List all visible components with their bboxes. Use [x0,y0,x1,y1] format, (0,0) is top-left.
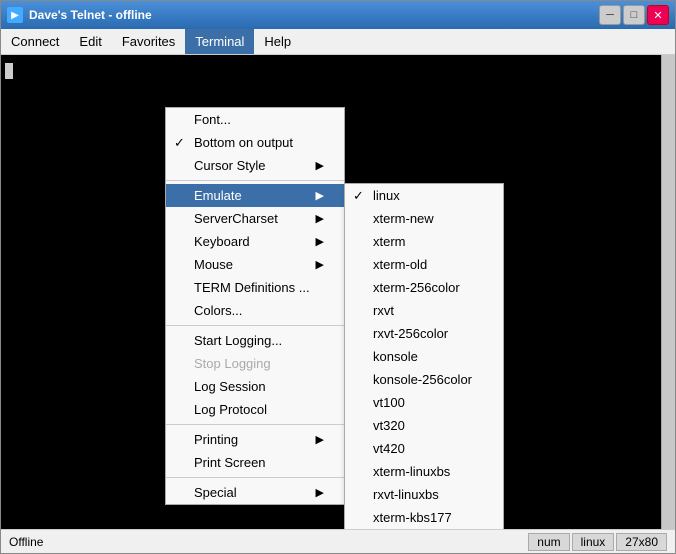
emulate-xterm-256color[interactable]: xterm-256color [345,276,503,299]
title-bar: ▶ Dave's Telnet - offline ─ □ ✕ [1,1,675,29]
terminal-cursor [5,63,13,79]
submenu-arrow-kb: ▶ [306,235,324,248]
emulate-xterm[interactable]: xterm [345,230,503,253]
maximize-button[interactable]: □ [623,5,645,25]
status-text: Offline [9,535,528,549]
menu-print-screen[interactable]: Print Screen [166,451,344,474]
menu-bottom-on-output[interactable]: ✓ Bottom on output [166,131,344,154]
linux-badge: linux [572,533,615,551]
menu-favorites[interactable]: Favorites [112,29,185,54]
menu-help[interactable]: Help [254,29,301,54]
menu-start-logging[interactable]: Start Logging... [166,329,344,352]
main-window: ▶ Dave's Telnet - offline ─ □ ✕ Connect … [0,0,676,554]
submenu-arrow-special: ▶ [306,486,324,499]
emulate-xterm-new[interactable]: xterm-new [345,207,503,230]
check-icon: ✓ [174,135,185,151]
menu-keyboard[interactable]: Keyboard ▶ [166,230,344,253]
submenu-arrow-sc: ▶ [306,212,324,225]
menu-terminal[interactable]: Terminal [185,29,254,54]
status-badges: num linux 27x80 [528,533,667,551]
submenu-arrow-printing: ▶ [306,433,324,446]
terminal-dropdown: Font... ✓ Bottom on output Cursor Style … [165,107,345,505]
terminal-content: Font... ✓ Bottom on output Cursor Style … [1,55,675,529]
menu-colors[interactable]: Colors... [166,299,344,322]
menu-bar: Connect Edit Favorites Terminal Help [1,29,675,55]
window-title: Dave's Telnet - offline [29,8,593,22]
menu-log-session[interactable]: Log Session [166,375,344,398]
num-badge: num [528,533,569,551]
menu-stop-logging: Stop Logging [166,352,344,375]
emulate-rxvt-linuxbs[interactable]: rxvt-linuxbs [345,483,503,506]
emulate-konsole-256color[interactable]: konsole-256color [345,368,503,391]
emulate-konsole[interactable]: konsole [345,345,503,368]
submenu-arrow-icon: ▶ [306,159,324,172]
emulate-vt320[interactable]: vt320 [345,414,503,437]
scroll-bar[interactable] [661,55,675,529]
submenu-arrow-mouse: ▶ [306,258,324,271]
menu-edit[interactable]: Edit [69,29,111,54]
close-button[interactable]: ✕ [647,5,669,25]
separator-4 [166,477,344,478]
emulate-xterm-old[interactable]: xterm-old [345,253,503,276]
separator-3 [166,424,344,425]
separator-2 [166,325,344,326]
app-icon: ▶ [7,7,23,23]
submenu-arrow-icon-emulate: ▶ [306,189,324,202]
emulate-vt100[interactable]: vt100 [345,391,503,414]
emulate-xterm-kbs177[interactable]: xterm-kbs177 [345,506,503,529]
menu-connect[interactable]: Connect [1,29,69,54]
menu-log-protocol[interactable]: Log Protocol [166,398,344,421]
size-badge: 27x80 [616,533,667,551]
emulate-xterm-linuxbs[interactable]: xterm-linuxbs [345,460,503,483]
emulate-vt420[interactable]: vt420 [345,437,503,460]
menu-term-definitions[interactable]: TERM Definitions ... [166,276,344,299]
menu-servercharset[interactable]: ServerCharset ▶ [166,207,344,230]
emulate-submenu: ✓ linux xterm-new xterm xterm-old xterm-… [344,183,504,529]
linux-check-icon: ✓ [353,188,364,204]
menu-font[interactable]: Font... [166,108,344,131]
minimize-button[interactable]: ─ [599,5,621,25]
emulate-linux[interactable]: ✓ linux [345,184,503,207]
menu-printing[interactable]: Printing ▶ [166,428,344,451]
status-bar: Offline num linux 27x80 [1,529,675,553]
menu-special[interactable]: Special ▶ [166,481,344,504]
window-controls: ─ □ ✕ [599,5,669,25]
separator-1 [166,180,344,181]
menu-mouse[interactable]: Mouse ▶ [166,253,344,276]
emulate-rxvt[interactable]: rxvt [345,299,503,322]
emulate-rxvt-256color[interactable]: rxvt-256color [345,322,503,345]
menu-emulate[interactable]: Emulate ▶ ✓ linux xterm-new xterm xte [166,184,344,207]
menu-cursor-style[interactable]: Cursor Style ▶ [166,154,344,177]
